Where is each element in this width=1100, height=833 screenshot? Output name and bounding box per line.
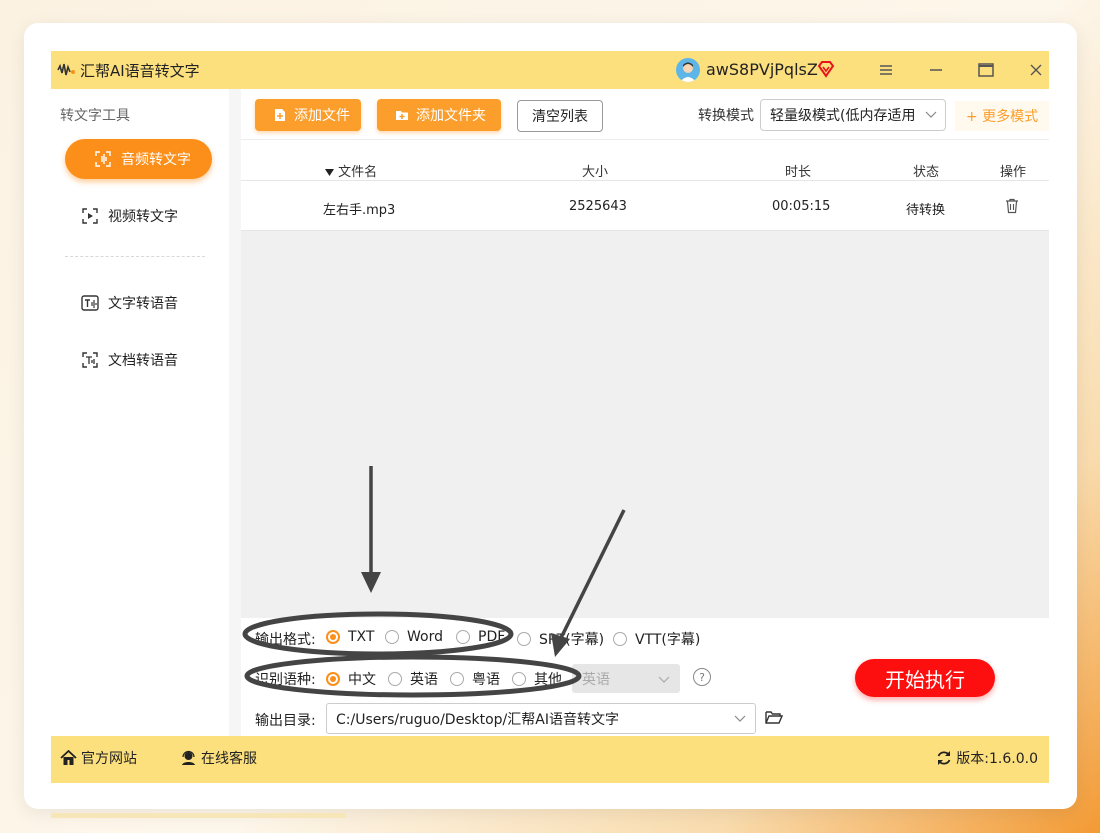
cell-size: 2525643 xyxy=(569,199,627,214)
language-label: 识别语种: xyxy=(255,672,316,688)
add-folder-button[interactable]: 添加文件夹 xyxy=(377,99,501,131)
start-button[interactable]: 开始执行 xyxy=(855,659,995,697)
file-table: 文件名 大小 时长 状态 操作 左右手.mp3 2525643 00:05:15… xyxy=(241,140,1049,618)
sidebar-item-label: 音频转文字 xyxy=(121,152,191,168)
close-icon[interactable] xyxy=(1025,59,1047,81)
lang-radio-chinese[interactable]: 中文 xyxy=(326,669,376,689)
sidebar-item-label: 视频转文字 xyxy=(108,209,178,225)
radio-dot xyxy=(388,672,402,686)
format-radio-pdf[interactable]: PDF xyxy=(456,629,505,645)
add-file-button[interactable]: 添加文件 xyxy=(255,99,361,131)
sidebar-item-text-to-speech[interactable]: 文字转语音 xyxy=(65,283,212,323)
table-header: 文件名 大小 时长 状态 操作 xyxy=(241,140,1049,181)
cell-filename: 左右手.mp3 xyxy=(323,203,396,218)
mode-value: 轻量级模式(低内存适用 xyxy=(770,108,916,124)
website-link[interactable]: 官方网站 xyxy=(60,748,137,768)
version-info[interactable]: 版本:1.6.0.0 xyxy=(936,748,1038,768)
sidebar-item-doc-to-speech[interactable]: 文档转语音 xyxy=(65,340,212,380)
radio-dot xyxy=(512,672,526,686)
footer: 官方网站 在线客服 版本:1.6.0.0 xyxy=(51,736,1049,783)
sidebar-item-audio-to-text[interactable]: 音频转文字 xyxy=(65,139,212,179)
header-actions: 操作 xyxy=(1000,165,1027,180)
radio-dot xyxy=(326,672,340,686)
format-radio-vtt[interactable]: VTT(字幕) xyxy=(613,629,700,649)
support-link[interactable]: 在线客服 xyxy=(180,748,257,768)
toolbar: 添加文件 添加文件夹 清空列表 转换模式 轻量级模式(低内存适用 + 更多模式 xyxy=(241,89,1049,140)
sidebar-divider xyxy=(65,256,205,257)
chevron-down-icon xyxy=(658,676,670,683)
more-modes-button[interactable]: + 更多模式 xyxy=(955,101,1049,131)
sort-down-icon xyxy=(325,169,334,176)
radio-dot xyxy=(517,632,531,646)
header-filename[interactable]: 文件名 xyxy=(325,161,377,180)
lang-radio-english[interactable]: 英语 xyxy=(388,669,438,689)
radio-dot xyxy=(326,630,340,644)
radio-dot xyxy=(613,632,627,646)
format-radio-srt[interactable]: SRT(字幕) xyxy=(517,629,604,649)
output-format-label: 输出格式: xyxy=(255,632,316,648)
vip-diamond-icon[interactable] xyxy=(817,60,835,78)
cell-duration: 00:05:15 xyxy=(772,199,831,214)
text-speech-icon xyxy=(80,293,100,313)
other-language-select[interactable]: 英语 xyxy=(572,664,680,693)
user-avatar[interactable] xyxy=(676,58,700,82)
table-row[interactable]: 左右手.mp3 2525643 00:05:15 待转换 xyxy=(241,181,1049,231)
radio-dot xyxy=(385,630,399,644)
app-logo-icon xyxy=(57,63,75,76)
radio-dot xyxy=(450,672,464,686)
header-duration: 时长 xyxy=(785,165,812,180)
lang-radio-other[interactable]: 其他 xyxy=(512,669,562,689)
mode-select[interactable]: 轻量级模式(低内存适用 xyxy=(760,99,946,131)
header-status: 状态 xyxy=(913,165,940,180)
output-dir-select[interactable]: C:/Users/ruguo/Desktop/汇帮AI语音转文字 xyxy=(326,703,756,734)
add-file-label: 添加文件 xyxy=(294,108,350,124)
sidebar-item-video-to-text[interactable]: 视频转文字 xyxy=(65,196,212,236)
sidebar: 转文字工具 音频转文字 视频转文字 文字转语音 文档转语音 xyxy=(51,89,229,736)
help-icon[interactable]: ? xyxy=(693,668,711,686)
minimize-icon[interactable] xyxy=(925,59,947,81)
bottom-strip xyxy=(51,813,346,818)
headset-icon xyxy=(182,750,195,765)
sidebar-heading: 转文字工具 xyxy=(60,108,130,124)
home-icon xyxy=(60,750,77,765)
file-plus-icon xyxy=(275,109,285,121)
video-wave-icon xyxy=(80,206,100,226)
audio-wave-icon xyxy=(93,149,113,169)
chevron-down-icon xyxy=(925,111,937,118)
mode-label: 转换模式 xyxy=(698,108,754,124)
settings-panel: 输出格式: TXT Word PDF SRT(字幕) VTT(字幕) 识别语种:… xyxy=(241,618,1049,736)
output-dir-value: C:/Users/ruguo/Desktop/汇帮AI语音转文字 xyxy=(336,711,619,728)
maximize-icon[interactable] xyxy=(975,59,997,81)
avatar-icon xyxy=(680,62,696,82)
format-radio-word[interactable]: Word xyxy=(385,629,443,645)
doc-speech-icon xyxy=(80,350,100,370)
refresh-icon xyxy=(937,751,951,765)
app-window: 汇帮AI语音转文字 awS8PVjPqlsZ 转文字工具 音频转文字 视频转文字… xyxy=(51,51,1049,783)
app-title: 汇帮AI语音转文字 xyxy=(80,62,200,80)
add-folder-label: 添加文件夹 xyxy=(416,108,486,124)
clear-list-button[interactable]: 清空列表 xyxy=(517,100,603,132)
folder-open-icon[interactable] xyxy=(765,710,783,725)
sidebar-item-label: 文字转语音 xyxy=(108,296,178,312)
sidebar-item-label: 文档转语音 xyxy=(108,353,178,369)
header-size: 大小 xyxy=(582,165,609,180)
other-language-value: 英语 xyxy=(582,671,610,688)
radio-dot xyxy=(456,630,470,644)
title-bar: 汇帮AI语音转文字 awS8PVjPqlsZ xyxy=(51,51,1049,89)
chevron-down-icon xyxy=(734,715,746,722)
menu-icon[interactable] xyxy=(875,59,897,81)
lang-radio-cantonese[interactable]: 粤语 xyxy=(450,669,500,689)
user-name[interactable]: awS8PVjPqlsZ xyxy=(706,60,818,79)
format-radio-txt[interactable]: TXT xyxy=(326,629,374,645)
folder-plus-icon xyxy=(396,111,408,120)
output-dir-label: 输出目录: xyxy=(255,713,316,729)
trash-icon[interactable] xyxy=(1005,198,1019,214)
cell-status: 待转换 xyxy=(906,203,946,218)
